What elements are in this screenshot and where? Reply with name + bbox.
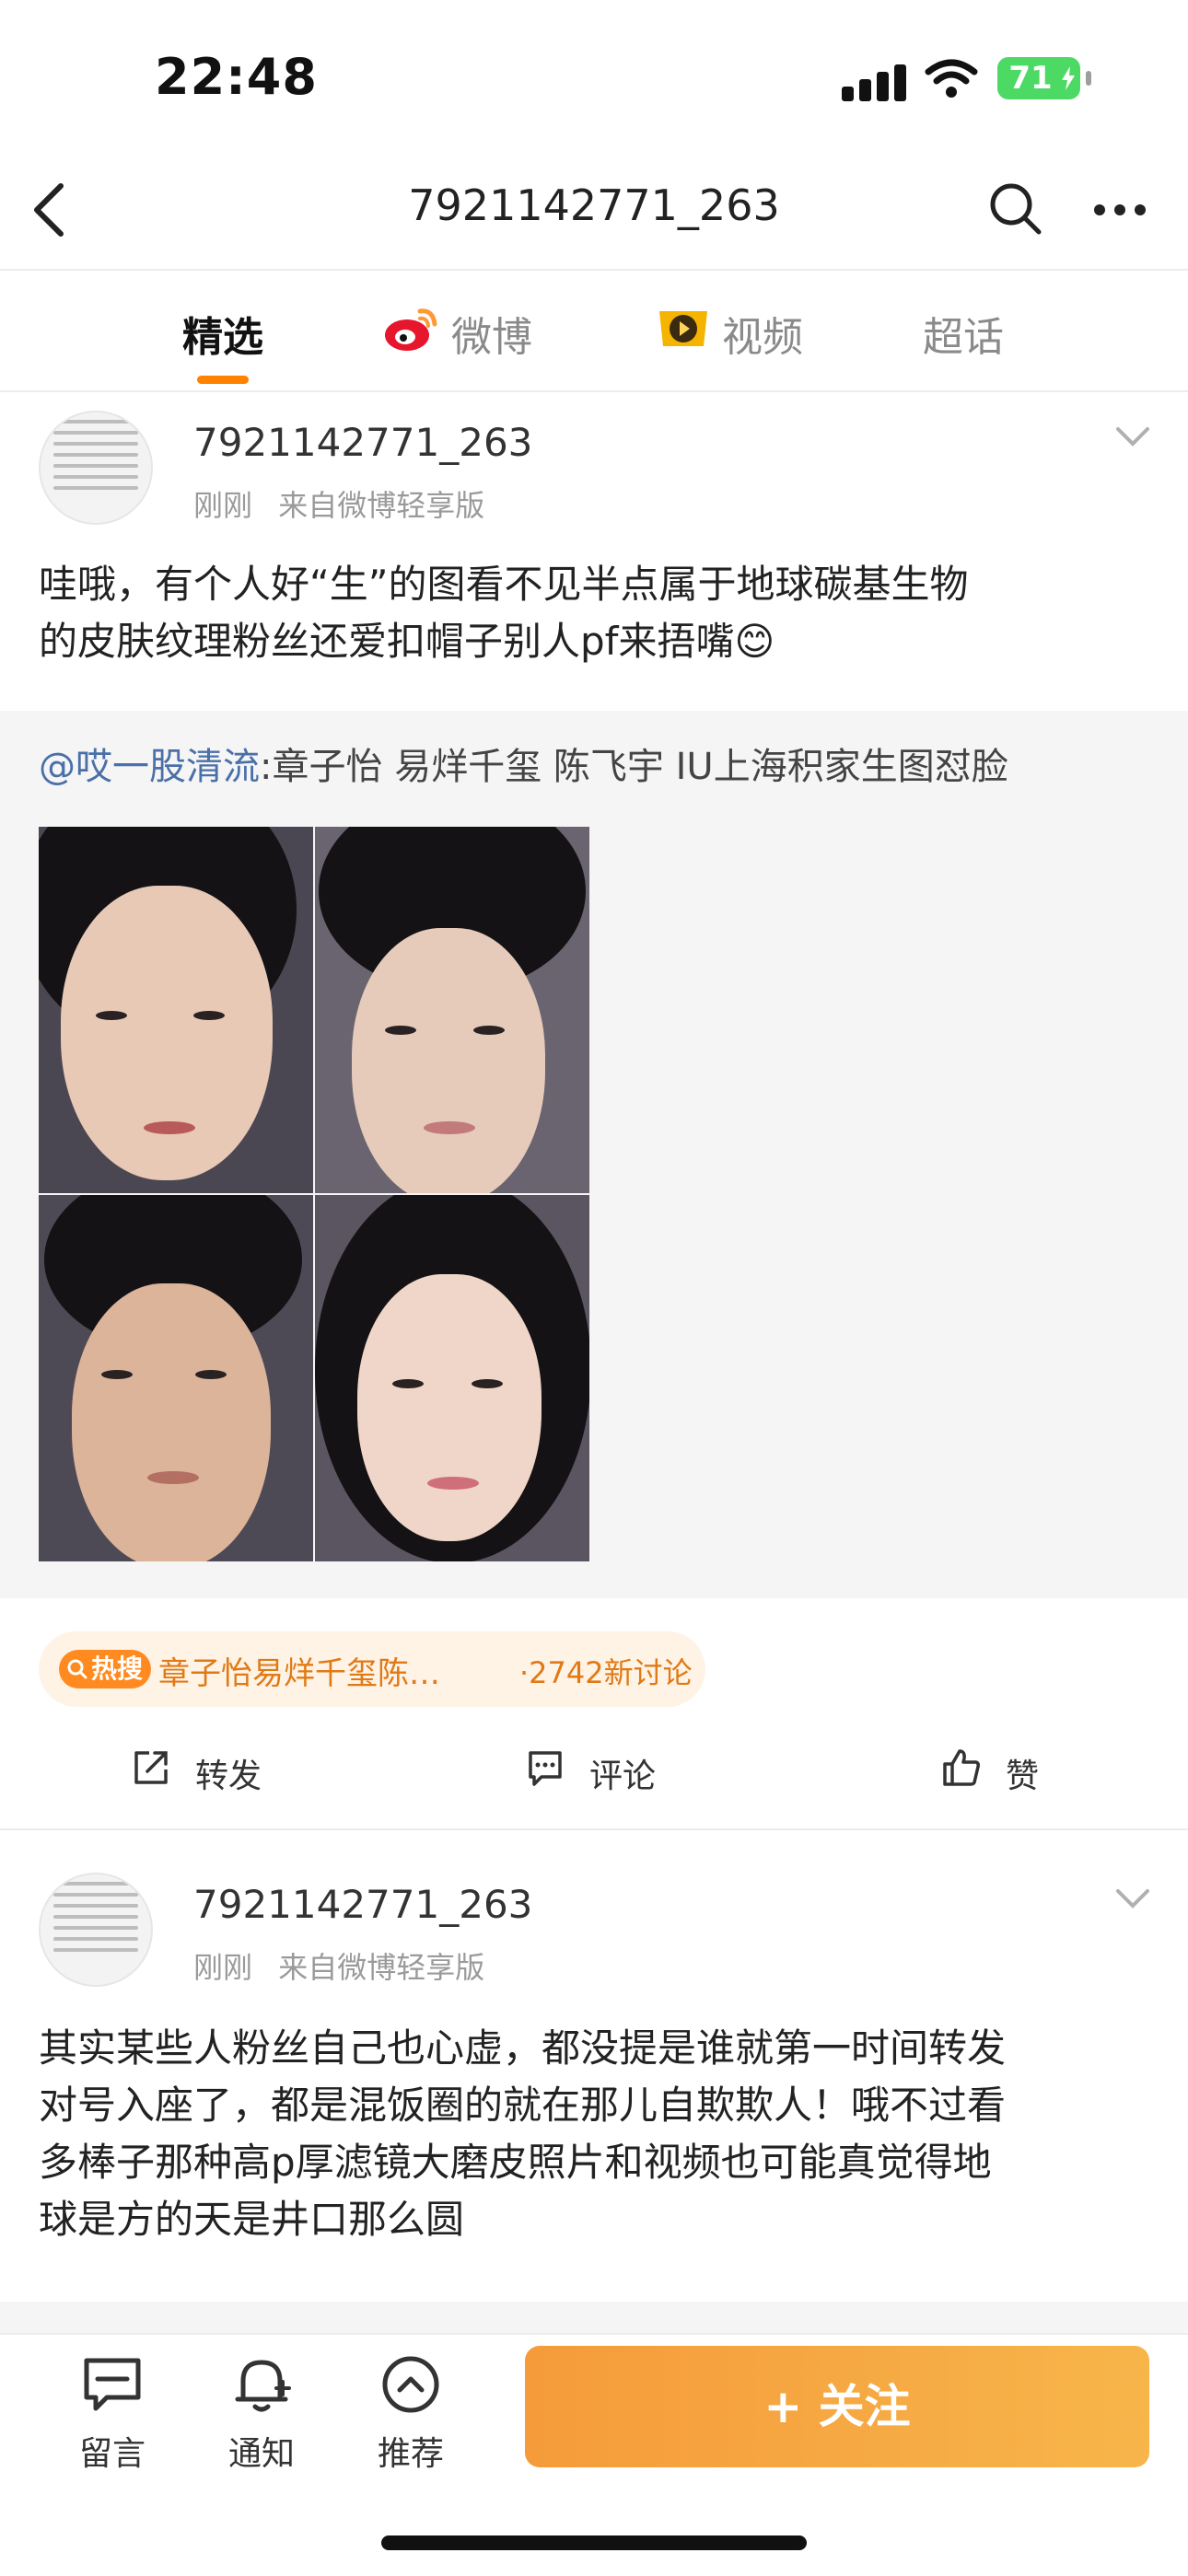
section-gap <box>0 2302 1188 2333</box>
like-label: 赞 <box>1006 1758 1040 1795</box>
like-icon <box>943 1749 980 1786</box>
like-button[interactable]: 赞 <box>941 1747 1052 1795</box>
photo-4[interactable] <box>315 1195 589 1561</box>
recommend-icon <box>382 2356 439 2413</box>
hot-topic-chip[interactable]: 热搜 章子怡易烊千玺陈… ·2742新讨论 <box>39 1631 705 1707</box>
active-tab-indicator <box>197 376 249 384</box>
avatar[interactable] <box>39 1873 153 1987</box>
comment-button[interactable]: 评论 <box>525 1747 672 1795</box>
video-icon <box>659 311 707 346</box>
post-text-line: 多棒子那种高p厚滤镜大磨皮照片和视频也可能真觉得地 <box>39 2140 992 2185</box>
home-indicator[interactable] <box>381 2535 807 2550</box>
tab-weibo[interactable]: 微博 <box>451 304 532 363</box>
post-text: 其实某些人粉丝自己也心虚，都没提是谁就第一时间转发 对号入座了，都是混饭圈的就在… <box>39 2020 1149 2248</box>
hot-topic-count: ·2742新讨论 <box>519 1655 693 1690</box>
bell-icon <box>235 2360 291 2412</box>
post-text-line: 其实某些人粉丝自己也心虚，都没提是谁就第一时间转发 <box>39 2025 1007 2071</box>
repost-body: :章子怡 易烊千玺 陈飞宇 IU上海积家生图怼脸 <box>260 746 1008 788</box>
message-button[interactable]: 留言 <box>57 2351 168 2475</box>
status-time: 22:48 <box>155 48 318 106</box>
search-icon <box>67 1659 87 1679</box>
tab-featured[interactable]: 精选 <box>182 304 263 363</box>
notify-button[interactable]: 通知 <box>206 2351 317 2475</box>
share-icon <box>134 1751 168 1784</box>
hot-search-label: 热搜 <box>90 1654 143 1684</box>
post-text-line: 的皮肤纹理粉丝还爱扣帽子别人pf来捂嘴😊 <box>39 619 775 664</box>
post-username[interactable]: 7921142771_263 <box>193 420 532 465</box>
tab-video[interactable]: 视频 <box>722 304 803 363</box>
cellular-signal-icon <box>842 63 908 101</box>
post-divider <box>0 1828 1188 1830</box>
tab-supertopic[interactable]: 超话 <box>923 304 1004 363</box>
hot-search-badge: 热搜 <box>59 1650 151 1688</box>
message-label: 留言 <box>78 2435 146 2473</box>
repost-text: @哎一股清流:章子怡 易烊千玺 陈飞宇 IU上海积家生图怼脸 <box>39 737 1149 790</box>
photo-3[interactable] <box>39 1195 313 1561</box>
post-text-line: 球是方的天是井口那么圆 <box>39 2197 465 2242</box>
post-meta: 刚刚 来自微博轻享版 <box>193 1944 484 1987</box>
chevron-down-icon[interactable] <box>1114 1887 1151 1909</box>
post-text-line: 对号入座了，都是混饭圈的就在那儿自欺欺人！哦不过看 <box>39 2083 1007 2128</box>
notify-label: 通知 <box>227 2435 295 2473</box>
battery-level: 71 <box>1008 60 1053 97</box>
post-time: 刚刚 <box>193 488 253 523</box>
photo-2[interactable] <box>315 827 589 1193</box>
repost-button[interactable]: 转发 <box>131 1747 278 1795</box>
post-text-line: 哇哦，有个人好“生”的图看不见半点属于地球碳基生物 <box>39 562 969 607</box>
photo-1[interactable] <box>39 827 313 1193</box>
follow-button[interactable]: + 关注 <box>525 2346 1149 2467</box>
repost-mention[interactable]: @哎一股清流 <box>39 746 260 788</box>
comment-label: 评论 <box>589 1758 657 1795</box>
more-icon[interactable] <box>1092 201 1147 219</box>
post-username[interactable]: 7921142771_263 <box>193 1882 532 1927</box>
hot-topic-title: 章子怡易烊千玺陈… <box>158 1655 440 1692</box>
post-source: 来自微博轻享版 <box>278 488 485 523</box>
search-icon[interactable] <box>987 180 1044 238</box>
avatar[interactable] <box>39 411 153 525</box>
battery-cap <box>1086 71 1091 86</box>
post-text: 哇哦，有个人好“生”的图看不见半点属于地球碳基生物 的皮肤纹理粉丝还爱扣帽子别人… <box>39 556 1149 670</box>
tabs-divider <box>0 390 1188 392</box>
recommend-label: 推荐 <box>377 2435 444 2473</box>
photo-grid <box>39 827 591 1561</box>
battery-indicator: 71 <box>997 57 1091 99</box>
post-time: 刚刚 <box>193 1950 253 1985</box>
post-source: 来自微博轻享版 <box>278 1950 485 1985</box>
weibo-logo-icon <box>385 308 437 351</box>
nav-divider <box>0 269 1188 271</box>
post-meta: 刚刚 来自微博轻享版 <box>193 482 484 525</box>
message-icon <box>84 2358 141 2411</box>
repost-label: 转发 <box>195 1758 262 1795</box>
comment-icon <box>529 1751 562 1786</box>
wifi-icon <box>925 59 978 98</box>
chevron-down-icon[interactable] <box>1114 425 1151 447</box>
recommend-button[interactable]: 推荐 <box>355 2351 466 2475</box>
charging-bolt-icon <box>1062 66 1075 90</box>
